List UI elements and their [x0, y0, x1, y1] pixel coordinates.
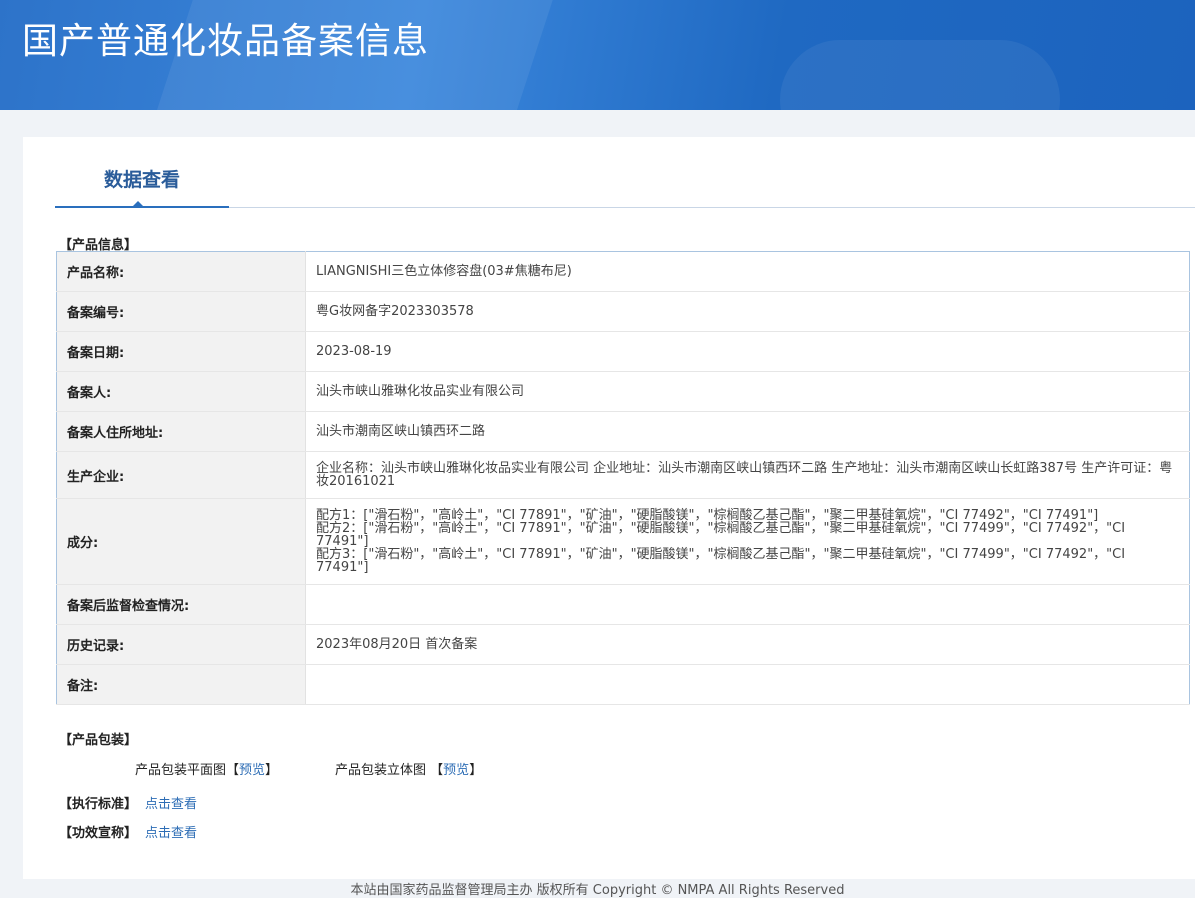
three-d-preview-link[interactable]: 预览	[443, 763, 469, 778]
formula-line: 配方3：["滑石粉"，"高岭土"，"CI 77891"，"矿油"，"硬脂酸镁"，…	[316, 547, 1126, 575]
row-label: 备案人住所地址:	[56, 411, 306, 452]
page-title: 国产普通化妆品备案信息	[22, 21, 430, 62]
table-row: 备案人住所地址: 汕头市潮南区峡山镇西环二路	[56, 411, 1190, 452]
row-label: 备注:	[56, 664, 306, 705]
table-row: 历史记录: 2023年08月20日 首次备案	[56, 624, 1190, 665]
package-flat-label: 产品包装平面图	[135, 763, 227, 778]
table-row: 备案编号: 粤G妆网备字2023303578	[56, 291, 1190, 332]
row-label: 历史记录:	[56, 624, 306, 665]
package-3d-item: 产品包装立体图 【预览】	[335, 759, 482, 778]
row-label: 成分:	[56, 498, 306, 585]
tab-active-caret-icon	[131, 201, 145, 208]
table-row: 生产企业: 企业名称：汕头市峡山雅琳化妆品实业有限公司 企业地址：汕头市潮南区峡…	[56, 451, 1190, 499]
row-value: 粤G妆网备字2023303578	[305, 291, 1190, 332]
efficacy-view-link[interactable]: 点击查看	[145, 826, 197, 841]
row-label: 备案后监督检查情况:	[56, 584, 306, 625]
content-card: 数据查看 【产品信息】 产品名称: LIANGNISHI三色立体修容盘(03#焦…	[23, 137, 1195, 879]
row-value: 汕头市峡山雅琳化妆品实业有限公司	[305, 371, 1190, 412]
bracket: 【	[226, 763, 240, 778]
package-flat-item: 产品包装平面图【预览】	[135, 759, 278, 778]
efficacy-row: 【功效宣称】 点击查看	[59, 822, 197, 841]
page-header: 国产普通化妆品备案信息	[0, 0, 1195, 110]
row-value: 2023-08-19	[305, 331, 1190, 372]
row-value: LIANGNISHI三色立体修容盘(03#焦糖布尼)	[305, 251, 1190, 292]
efficacy-label: 【功效宣称】	[59, 826, 138, 841]
standard-row: 【执行标准】 点击查看	[59, 793, 197, 812]
row-label: 备案人:	[56, 371, 306, 412]
row-value	[305, 664, 1190, 705]
row-value	[305, 584, 1190, 625]
row-label: 产品名称:	[56, 251, 306, 292]
flat-preview-link[interactable]: 预览	[239, 763, 265, 778]
row-value: 企业名称：汕头市峡山雅琳化妆品实业有限公司 企业地址：汕头市潮南区峡山镇西环二路…	[305, 451, 1190, 499]
row-label: 生产企业:	[56, 451, 306, 499]
row-value: 2023年08月20日 首次备案	[305, 624, 1190, 665]
tab-data-view[interactable]: 数据查看	[55, 137, 229, 208]
bracket: 】	[469, 763, 483, 778]
bracket: 】	[265, 763, 279, 778]
standard-view-link[interactable]: 点击查看	[145, 797, 197, 812]
standard-label: 【执行标准】	[59, 797, 138, 812]
row-label: 备案编号:	[56, 291, 306, 332]
tab-label: 数据查看	[103, 169, 180, 191]
row-value: 汕头市潮南区峡山镇西环二路	[305, 411, 1190, 452]
table-row: 产品名称: LIANGNISHI三色立体修容盘(03#焦糖布尼)	[56, 251, 1190, 292]
table-row: 备案人: 汕头市峡山雅琳化妆品实业有限公司	[56, 371, 1190, 412]
tab-bar: 数据查看	[55, 137, 1195, 208]
packaging-title: 【产品包装】	[59, 733, 138, 748]
header-decoration	[780, 40, 1060, 110]
table-row: 备注:	[56, 664, 1190, 705]
page-footer: 本站由国家药品监督管理局主办 版权所有 Copyright © NMPA All…	[350, 883, 845, 898]
row-value: 配方1：["滑石粉"，"高岭土"，"CI 77891"，"矿油"，"硬脂酸镁"，…	[305, 498, 1190, 585]
table-row: 备案后监督检查情况:	[56, 584, 1190, 625]
package-3d-label: 产品包装立体图	[335, 763, 427, 778]
formula-line: 配方2：["滑石粉"，"高岭土"，"CI 77891"，"矿油"，"硬脂酸镁"，…	[316, 521, 1126, 549]
bracket: 【	[430, 763, 444, 778]
table-row: 备案日期: 2023-08-19	[56, 331, 1190, 372]
product-info-table: 产品名称: LIANGNISHI三色立体修容盘(03#焦糖布尼) 备案编号: 粤…	[56, 251, 1190, 705]
table-row: 成分: 配方1：["滑石粉"，"高岭土"，"CI 77891"，"矿油"，"硬脂…	[56, 498, 1190, 585]
row-label: 备案日期:	[56, 331, 306, 372]
